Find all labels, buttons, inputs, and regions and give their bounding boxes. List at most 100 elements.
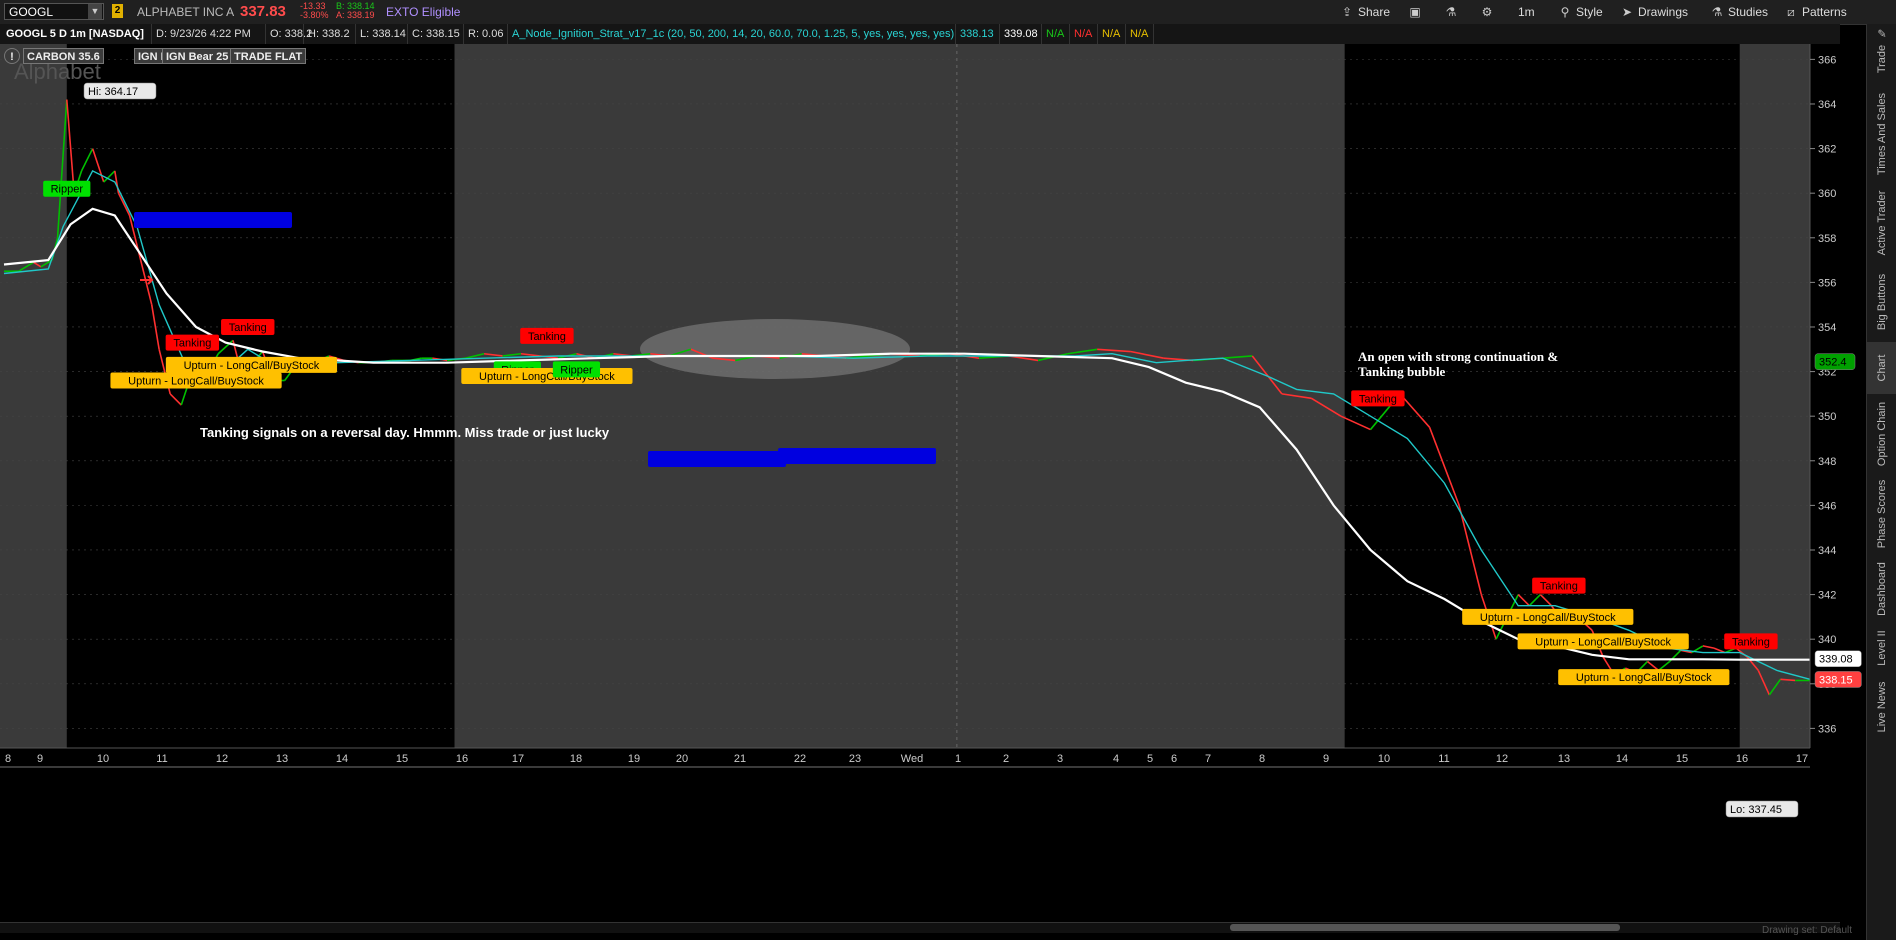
x-tick-label: Wed	[901, 753, 923, 765]
chart-background	[0, 44, 1866, 768]
interval-button[interactable]: 1m	[1518, 3, 1535, 21]
snapshot-button[interactable]: ▣	[1408, 3, 1426, 21]
link-group-badge[interactable]: 2	[112, 4, 123, 18]
signal-tag-upturn: Upturn - LongCall/BuyStock	[461, 368, 633, 385]
signal-tag-upturn: Upturn - LongCall/BuyStock	[1558, 669, 1730, 686]
study-label[interactable]: A_Node_Ignition_Strat_v17_1c (20, 50, 20…	[508, 24, 956, 44]
y-tick-label: 344	[1818, 545, 1836, 557]
share-button[interactable]: ⇪ Share	[1340, 3, 1390, 21]
y-tick-label: 348	[1818, 456, 1836, 468]
signal-tag-blue	[778, 448, 936, 464]
highlight-bubble	[640, 319, 910, 379]
x-tick-label: 12	[1496, 753, 1508, 765]
signal-tag-ripper: Ripper	[552, 361, 601, 378]
x-tick-label: 1	[955, 753, 961, 765]
flask-button[interactable]: ⚗	[1444, 3, 1462, 21]
net-change: -13.33 -3.80%	[300, 2, 329, 20]
signal-tag-label: Upturn - LongCall/BuyStock	[1480, 612, 1616, 624]
side-tab-chart[interactable]: Chart	[1867, 342, 1896, 394]
side-tab-dashboard[interactable]: Dashboard	[1867, 554, 1896, 624]
gear-icon: ⚙	[1481, 5, 1493, 19]
chart-status-bar: GOOGL 5 D 1m [NASDAQ] D: 9/23/26 4:22 PM…	[0, 24, 1840, 44]
study-na-1: N/A	[1042, 24, 1070, 44]
flask-small-icon: ⚗	[1711, 5, 1723, 19]
session-band	[66, 44, 455, 748]
bar-low: L: 338.14	[356, 24, 408, 44]
signal-tag-tanking: Tanking	[1724, 633, 1778, 650]
annotation-open: An open with strong continuation & Tanki…	[1358, 349, 1558, 379]
side-tab-label: Big Buttons	[1876, 273, 1888, 331]
side-tab-big-buttons[interactable]: Big Buttons	[1867, 262, 1896, 342]
signal-tag-label: Tanking	[1359, 393, 1397, 405]
study-na-4: N/A	[1126, 24, 1154, 44]
bar-high: H: 338.2	[304, 24, 356, 44]
signal-tag-label: Upturn - LongCall/BuyStock	[184, 360, 320, 372]
style-icon: ⚲	[1560, 5, 1570, 19]
drawing-set-label[interactable]: Drawing set: Default	[1762, 925, 1852, 936]
y-tick-label: 342	[1818, 590, 1836, 602]
signal-tag-label: Upturn - LongCall/BuyStock	[1576, 672, 1712, 684]
high-label: Hi: 364.17	[88, 86, 138, 98]
bar-open: O: 338.2	[266, 24, 312, 44]
bar-close: C: 338.15	[408, 24, 464, 44]
badge-carbon: CARBON 35.6	[23, 48, 104, 64]
chevron-down-icon[interactable]: ▼	[88, 4, 102, 19]
side-tab-level-ii[interactable]: Level II	[1867, 624, 1896, 672]
side-tab-bar: ✎ Trade Times And Sales Active Trader Big Bu…	[1866, 24, 1896, 940]
x-tick-label: 21	[734, 753, 746, 765]
signal-tag-tanking: Tanking	[520, 327, 574, 344]
info-icon[interactable]: !	[4, 48, 20, 64]
settings-button[interactable]: ⚙	[1480, 3, 1498, 21]
signal-tag-label: Tanking	[1540, 581, 1578, 593]
bar-range: R: 0.06	[464, 24, 508, 44]
interval-label: 1m	[1518, 5, 1535, 19]
x-tick-label: 16	[456, 753, 468, 765]
x-tick-label: 8	[1259, 753, 1265, 765]
patterns-label: Patterns	[1802, 5, 1847, 19]
signal-tag-label: Tanking	[528, 331, 566, 343]
scrollbar-thumb[interactable]	[1230, 924, 1620, 931]
last-price: 337.83	[240, 3, 286, 20]
side-tab-label: Option Chain	[1876, 401, 1888, 467]
side-tab-times-and-sales[interactable]: Times And Sales	[1867, 84, 1896, 184]
price-chart[interactable]: Alphabet RipperTankingTankingUpturn - Lo…	[0, 44, 1896, 940]
side-tab-trade[interactable]: Trade	[1867, 34, 1896, 84]
x-tick-label: 11	[156, 753, 167, 765]
share-icon: ⇪	[1341, 5, 1353, 19]
x-tick-label: 5	[1147, 753, 1153, 765]
x-tick-label: 3	[1057, 753, 1063, 765]
side-tab-phase-scores[interactable]: Phase Scores	[1867, 474, 1896, 554]
signal-tag-label: Ripper	[560, 364, 593, 376]
x-tick-label: 17	[1796, 753, 1808, 765]
y-tick-label: 358	[1818, 233, 1836, 245]
drawings-button[interactable]: ➤ Drawings	[1620, 3, 1688, 21]
badge-ign-bear: IGN Bear 25	[162, 48, 233, 64]
study-value-2: 339.08	[1000, 24, 1042, 44]
side-tab-option-chain[interactable]: Option Chain	[1867, 394, 1896, 474]
side-tab-live-news[interactable]: Live News	[1867, 672, 1896, 742]
side-tab-active-trader[interactable]: Active Trader	[1867, 184, 1896, 262]
symbol-description: GOOGL 5 D 1m [NASDAQ]	[2, 24, 152, 44]
side-tab-label: Phase Scores	[1876, 479, 1888, 549]
y-tick-label: 346	[1818, 500, 1836, 512]
x-tick-label: 10	[97, 753, 109, 765]
style-button[interactable]: ⚲ Style	[1558, 3, 1603, 21]
studies-button[interactable]: ⚗ Studies	[1710, 3, 1768, 21]
side-tab-label: Active Trader	[1876, 190, 1888, 256]
cursor-icon: ➤	[1621, 5, 1633, 19]
x-tick-label: 23	[849, 753, 861, 765]
x-tick-label: 15	[396, 753, 408, 765]
y-tick-label: 340	[1818, 634, 1836, 646]
bid-ask: B: 338.14 A: 338.19	[336, 2, 375, 20]
exto-eligible-badge[interactable]: EXTO Eligible	[386, 5, 460, 19]
horizontal-scrollbar[interactable]	[0, 922, 1840, 933]
x-tick-label: 14	[1616, 753, 1628, 765]
study-price-label: 352.4	[1819, 357, 1847, 369]
patterns-button[interactable]: ⧄ Patterns	[1784, 3, 1847, 21]
y-tick-label: 350	[1818, 411, 1836, 423]
studies-label: Studies	[1728, 5, 1769, 19]
signal-tag-ripper: Ripper	[43, 180, 91, 197]
x-tick-label: 16	[1736, 753, 1748, 765]
camera-icon: ▣	[1409, 5, 1421, 19]
x-tick-label: 18	[570, 753, 582, 765]
